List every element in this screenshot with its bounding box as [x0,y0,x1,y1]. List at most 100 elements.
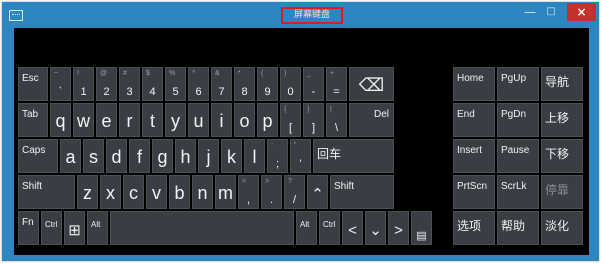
key-alt-left[interactable]: Alt [87,211,108,245]
key-s[interactable]: s [83,139,104,173]
key-label: q [55,111,66,131]
key-alt-right[interactable]: Alt [296,211,317,245]
key-dock[interactable]: 停靠 [541,175,583,209]
key-move-up[interactable]: 上移 [541,103,583,137]
key-k[interactable]: k [221,139,242,173]
key-y[interactable]: y [165,103,186,137]
key-0[interactable]: ) 0 [280,67,301,101]
key-t[interactable]: t [142,103,163,137]
key-tab[interactable]: Tab [18,103,48,137]
key-enter[interactable]: 回车 [313,139,394,173]
key-minus[interactable]: _ - [303,67,324,101]
key-slash[interactable]: ? / [284,175,305,209]
key-l[interactable]: l [244,139,265,173]
key-left-arrow[interactable]: < [342,211,363,245]
key-ctrl-left[interactable]: Ctrl [41,211,62,245]
key-period[interactable]: >. [261,175,282,209]
key-quote[interactable]: " ' [290,139,311,173]
key-label: b [174,183,185,203]
key-label: z [83,183,92,203]
key-6[interactable]: ^ 6 [188,67,209,101]
key-label: f [136,147,142,167]
key-shift-left[interactable]: Shift [18,175,75,209]
key-8[interactable]: * 8 [234,67,255,101]
key-label: d [111,147,122,167]
key-prtscn[interactable]: PrtScn [453,175,495,209]
title-bar[interactable]: 屏幕键盘 — □ × [2,2,599,28]
key-comma[interactable]: <, [238,175,259,209]
key-b[interactable]: b [169,175,190,209]
key-z[interactable]: z [77,175,98,209]
key-home[interactable]: Home [453,67,495,101]
key-shift-right[interactable]: Shift [330,175,394,209]
key-insert[interactable]: Insert [453,139,495,173]
key-m[interactable]: m [215,175,236,209]
key-caps[interactable]: Caps [18,139,58,173]
key-4[interactable]: $4 [142,67,163,101]
key-pgdn[interactable]: PgDn [497,103,539,137]
key-i[interactable]: i [211,103,232,137]
key-label: m [218,183,233,203]
key-e[interactable]: e [96,103,117,137]
key-pause[interactable]: Pause [497,139,539,173]
key-right-bracket[interactable]: }] [303,103,324,137]
key-backtick[interactable]: ~ ` [50,67,71,101]
key-1[interactable]: ! 1 [73,67,94,101]
key-5[interactable]: % 5 [165,67,186,101]
key-d[interactable]: d [106,139,127,173]
options-button[interactable]: 选项 [453,211,495,245]
key-shift-label: } [307,106,310,113]
key-move-down[interactable]: 下移 [541,139,583,173]
key-j[interactable]: j [198,139,219,173]
key-3[interactable]: #3 [119,67,140,101]
key-q[interactable]: q [50,103,71,137]
key-u[interactable]: u [188,103,209,137]
key-label: i [219,111,224,131]
key-f[interactable]: f [129,139,150,173]
key-g[interactable]: g [152,139,173,173]
key-label: PgUp [501,73,527,84]
key-end[interactable]: End [453,103,495,137]
key-label: 7 [218,86,225,98]
key-label: Caps [22,145,46,156]
key-r[interactable]: r [119,103,140,137]
key-down-arrow[interactable]: ⌄ [365,211,386,245]
right-arrow-icon: > [394,222,403,239]
key-w[interactable]: w [73,103,94,137]
close-button[interactable]: × [567,3,596,21]
key-pgup[interactable]: PgUp [497,67,539,101]
key-label: 1 [80,86,87,98]
key-up-arrow[interactable]: ⌃ [307,175,328,209]
key-fn[interactable]: Fn [18,211,39,245]
key-a[interactable]: a [60,139,81,173]
key-p[interactable]: p [257,103,278,137]
key-scrlk[interactable]: ScrLk [497,175,539,209]
key-space[interactable] [110,211,294,245]
key-esc[interactable]: Esc [18,67,48,101]
key-del[interactable]: Del [349,103,394,137]
fade-button[interactable]: 淡化 [541,211,583,245]
key-backslash[interactable]: | \ [326,103,347,137]
help-button[interactable]: 帮助 [497,211,539,245]
key-ctrl-right[interactable]: Ctrl [319,211,340,245]
maximize-button[interactable]: □ [541,3,561,21]
key-backspace[interactable]: ⌫ [349,67,394,101]
key-2[interactable]: @2 [96,67,117,101]
key-right-arrow[interactable]: > [388,211,409,245]
key-o[interactable]: o [234,103,255,137]
key-h[interactable]: h [175,139,196,173]
keyboard-panel: Esc ~ ` ! 1 @2 #3 $4 % 5 ^ 6 & 7 * 8 (9 ) 0 _ - … [14,28,589,255]
key-c[interactable]: c [123,175,144,209]
key-9[interactable]: (9 [257,67,278,101]
key-semicolon[interactable]: :; [267,139,288,173]
key-equals[interactable]: + = [326,67,347,101]
key-x[interactable]: x [100,175,121,209]
key-n[interactable]: n [192,175,213,209]
key-windows[interactable]: ⊞ [64,211,85,245]
key-nav[interactable]: 导航 [541,67,583,101]
minimize-button[interactable]: — [520,3,540,21]
key-7[interactable]: & 7 [211,67,232,101]
key-menu[interactable]: ▤ [411,211,432,245]
key-left-bracket[interactable]: {[ [280,103,301,137]
key-v[interactable]: v [146,175,167,209]
